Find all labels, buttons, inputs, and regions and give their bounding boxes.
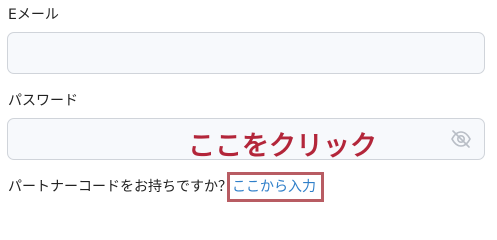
click-here-annotation: ここをクリック	[188, 131, 377, 162]
eye-slash-icon[interactable]	[450, 129, 472, 149]
partner-code-row: パートナーコードをお持ちですか？ここから入力	[8, 176, 316, 198]
email-field[interactable]	[7, 32, 485, 74]
partner-code-enter-link[interactable]: ここから入力	[232, 176, 316, 198]
password-label: パスワード	[8, 93, 78, 109]
email-label: Eメール	[8, 7, 59, 23]
partner-code-question: パートナーコードをお持ちですか？	[8, 179, 232, 195]
